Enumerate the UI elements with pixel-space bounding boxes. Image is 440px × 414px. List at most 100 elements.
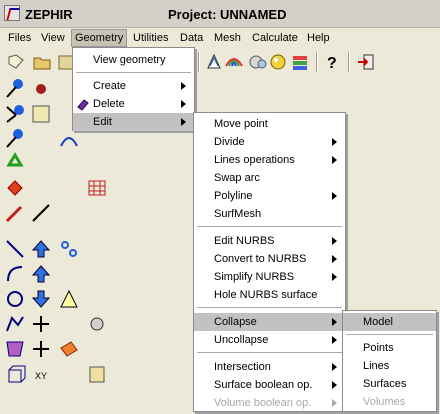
polyline-icon[interactable] [4,313,26,335]
rainbow-icon[interactable] [224,52,244,72]
menu-view[interactable]: View [38,30,68,46]
menu-mesh[interactable]: Mesh [211,30,244,46]
nurbs-surface-icon[interactable] [4,338,26,360]
menu-item-volumes: Volumes [363,396,406,408]
menu-item-edit[interactable]: Edit [73,113,194,131]
collapse-submenu: Model Points Lines Surfaces Volumes [342,310,437,412]
geometry-dropdown-menu: View geometry Create Delete Edit [72,47,195,131]
svg-text:XY: XY [35,371,47,381]
orange-surface-icon[interactable] [58,338,80,360]
nurbs-icon[interactable] [58,128,80,150]
gear-icon[interactable] [86,313,108,335]
submenu-arrow-icon [332,138,337,146]
grid-icon[interactable] [30,338,52,360]
menu-help[interactable]: Help [304,30,333,46]
submenu-arrow-icon [332,363,337,371]
menu-item-surface-boolean-op[interactable]: Surface boolean op. [194,376,345,394]
submenu-arrow-icon [332,237,337,245]
submenu-arrow-icon [332,399,337,407]
menu-geometry[interactable]: Geometry [70,29,128,47]
submenu-arrow-icon [181,82,186,90]
toolbar: ? [0,48,440,75]
triangle-icon[interactable] [58,288,80,310]
up-arrow-icon[interactable] [30,263,52,285]
menu-item-divide[interactable]: Divide [194,133,345,151]
arc-icon[interactable] [4,263,26,285]
toolbar-separator [348,52,350,72]
menu-item-polyline[interactable]: Polyline [194,187,345,205]
menu-item-edit-nurbs[interactable]: Edit NURBS [194,232,345,250]
submenu-arrow-icon [332,318,337,326]
menu-data[interactable]: Data [177,30,206,46]
open-folder-icon[interactable] [32,52,52,72]
menu-item-uncollapse[interactable]: Uncollapse [194,331,345,349]
point-create-icon[interactable] [4,78,26,100]
app-name: ZEPHIR [25,7,73,22]
layers-icon[interactable] [290,52,310,72]
menu-separator [197,226,342,227]
exit-icon[interactable] [356,52,376,72]
submenu-arrow-icon [332,381,337,389]
menu-item-lines-operations[interactable]: Lines operations [194,151,345,169]
menu-item-lines[interactable]: Lines [343,357,436,375]
svg-text:?: ? [327,55,337,72]
menu-item-hole-nurbs-surface[interactable]: Hole NURBS surface [194,286,345,304]
menu-item-collapse[interactable]: Collapse [194,313,345,331]
menu-item-volume-boolean-op: Volume boolean op. [194,394,345,412]
edit-icon[interactable] [30,103,52,125]
up-arrow-icon[interactable] [30,238,52,260]
surface-icon[interactable] [4,177,26,199]
menu-separator [197,307,342,308]
submenu-arrow-icon [332,192,337,200]
menu-files[interactable]: Files [5,30,34,46]
title-bar: ZEPHIR Project: UNNAMED [0,0,440,28]
menu-separator [197,352,342,353]
window-title: Project: UNNAMED [168,7,287,22]
draw-line-icon[interactable] [30,202,52,224]
grid-icon[interactable] [30,313,52,335]
pick-point-icon[interactable] [4,128,26,150]
menu-item-view-geometry[interactable]: View geometry [73,51,194,69]
menu-bar: Files View Geometry Utilities Data Mesh … [0,28,440,48]
volume-icon[interactable] [4,363,26,385]
circle-icon[interactable] [4,288,26,310]
menu-item-convert-to-nurbs[interactable]: Convert to NURBS [194,250,345,268]
menu-item-delete[interactable]: Delete [73,95,194,113]
zephir-logo-icon [4,5,20,21]
submenu-arrow-icon [332,255,337,263]
submenu-arrow-icon [332,273,337,281]
menu-item-points[interactable]: Points [343,339,436,357]
mesh-icon[interactable] [86,177,108,199]
menu-separator [346,334,433,335]
render-icon[interactable] [204,52,224,72]
menu-item-model[interactable]: Model [343,313,436,331]
menu-item-swap-arc[interactable]: Swap arc [194,169,345,187]
color-icon[interactable] [248,52,268,72]
menu-utilities[interactable]: Utilities [130,30,171,46]
recycle-icon[interactable] [4,152,26,174]
eraser-icon [77,99,89,111]
book-icon[interactable] [86,363,108,385]
red-point-icon[interactable] [30,78,52,100]
link-icon[interactable] [58,238,80,260]
menu-item-simplify-nurbs[interactable]: Simplify NURBS [194,268,345,286]
submenu-arrow-icon [181,118,186,126]
submenu-arrow-icon [332,336,337,344]
down-arrow-icon[interactable] [30,288,52,310]
line-create-icon[interactable] [4,103,26,125]
menu-separator [76,72,191,73]
menu-item-surfmesh[interactable]: SurfMesh [194,205,345,223]
menu-item-move-point[interactable]: Move point [194,115,345,133]
render-icon[interactable] [268,52,288,72]
menu-item-surfaces[interactable]: Surfaces [343,375,436,393]
submenu-arrow-icon [181,100,186,108]
help-icon[interactable]: ? [322,52,342,72]
menu-calculate[interactable]: Calculate [249,30,301,46]
line-icon[interactable] [4,238,26,260]
menu-item-intersection[interactable]: Intersection [194,358,345,376]
new-file-icon[interactable] [6,52,26,72]
pencil-icon[interactable] [4,202,26,224]
toolbar-separator [198,52,200,72]
xy-axis-icon[interactable]: XY [30,363,52,385]
menu-item-create[interactable]: Create [73,77,194,95]
